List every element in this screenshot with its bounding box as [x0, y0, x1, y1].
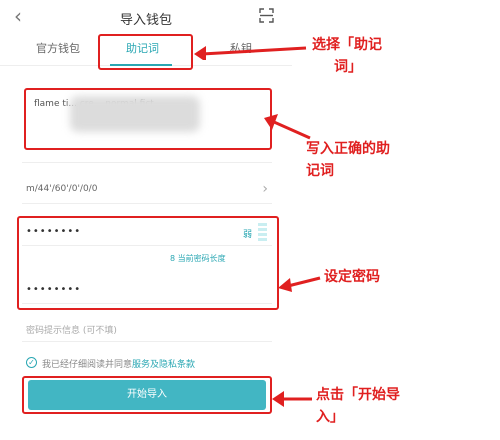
- terms-link[interactable]: 服务及隐私条款: [132, 360, 195, 370]
- header: ‹ 导入钱包: [0, 0, 292, 34]
- derivation-path-value: m/44'/60'/0'/0/0: [26, 184, 98, 194]
- highlight-password-fields: [17, 216, 279, 310]
- tab-official-wallet[interactable]: 官方钱包: [36, 40, 80, 56]
- arrow-4: [272, 391, 312, 407]
- password-hint-field[interactable]: 密码提示信息 (可不填): [22, 316, 272, 342]
- arrow-1: [194, 46, 307, 60]
- annotation-set-password: 设定密码: [324, 269, 380, 285]
- derivation-path-row[interactable]: m/44'/60'/0'/0/0 ›: [22, 178, 272, 204]
- highlight-import-button: [22, 376, 272, 414]
- agreement-text: 我已经仔细阅读并同意服务及隐私条款: [42, 360, 196, 370]
- password-hint-placeholder: 密码提示信息 (可不填): [26, 326, 117, 336]
- annotation-select-mnemonic: 选择「助记 词」: [312, 37, 382, 75]
- check-icon[interactable]: ✓: [26, 357, 37, 368]
- annotation-click-import: 点击「开始导 入」: [316, 387, 400, 425]
- annotation-write-mnemonic: 写入正确的助 记词: [306, 141, 390, 179]
- page-title: 导入钱包: [119, 13, 172, 28]
- agreement-row: ✓ 我已经仔细阅读并同意服务及隐私条款: [26, 356, 276, 372]
- scan-icon[interactable]: [259, 8, 274, 23]
- arrow-3: [278, 276, 321, 292]
- chevron-right-icon: ›: [262, 181, 268, 197]
- highlight-mnemonic-input: [24, 88, 272, 150]
- highlight-mnemonic-tab: [98, 34, 193, 70]
- arrow-2: [264, 114, 311, 140]
